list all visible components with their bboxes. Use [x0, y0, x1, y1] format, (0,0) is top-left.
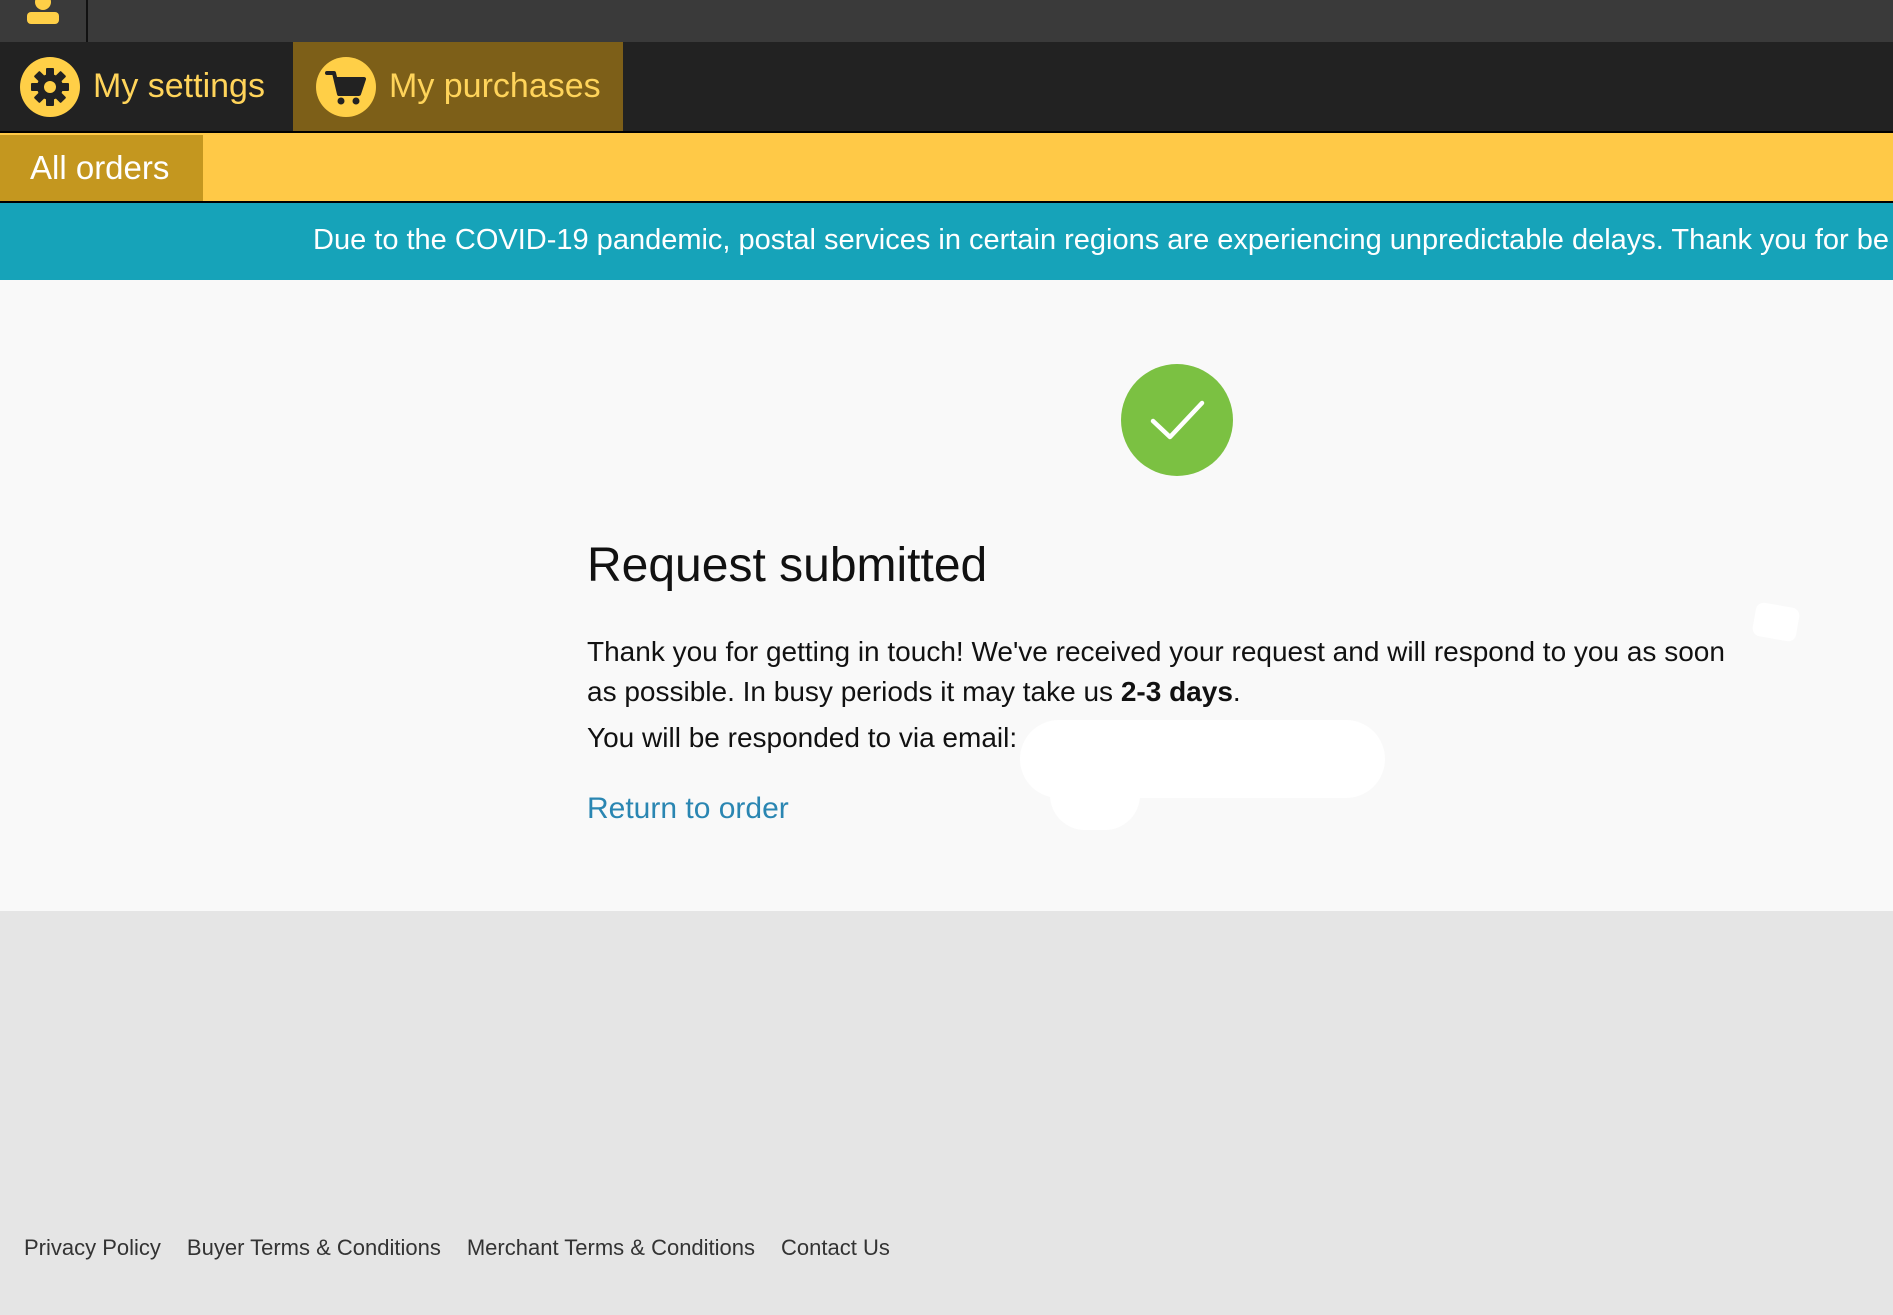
response-time: 2-3 days — [1120, 676, 1233, 707]
privacy-policy-link[interactable]: Privacy Policy — [24, 1235, 161, 1261]
confirmation-message: Thank you for getting in touch! We've re… — [587, 632, 1762, 712]
top-bar — [0, 0, 1893, 42]
tab-my-settings[interactable]: My settings — [20, 42, 265, 131]
footer-links: Privacy Policy Buyer Terms & Conditions … — [24, 1235, 890, 1261]
tab-my-purchases-label: My purchases — [389, 67, 601, 105]
merchant-terms-link[interactable]: Merchant Terms & Conditions — [467, 1235, 755, 1261]
main-nav: My settings My purchases — [0, 42, 1893, 133]
message-end: . — [1232, 676, 1241, 707]
tab-all-orders[interactable]: All orders — [0, 135, 203, 201]
email-line: You will be responded to via email: — [587, 722, 1018, 753]
user-menu[interactable] — [0, 0, 88, 42]
tab-my-settings-label: My settings — [93, 67, 265, 105]
checkmark-icon — [1121, 364, 1233, 476]
page-title: Request submitted — [587, 539, 988, 592]
sub-nav: All orders — [0, 133, 1893, 203]
contact-us-link[interactable]: Contact Us — [781, 1235, 890, 1261]
redacted-email-smudge — [1050, 760, 1140, 830]
gear-icon — [20, 56, 80, 117]
banner-text: Due to the COVID-19 pandemic, postal ser… — [313, 224, 1889, 256]
notice-banner: Due to the COVID-19 pandemic, postal ser… — [0, 203, 1893, 280]
confirmation-panel: Request submitted Thank you for getting … — [0, 280, 1893, 911]
return-to-order-link[interactable]: Return to order — [587, 792, 789, 826]
redacted-mark — [1751, 601, 1801, 643]
user-icon — [27, 0, 59, 24]
cart-icon — [316, 56, 376, 117]
buyer-terms-link[interactable]: Buyer Terms & Conditions — [187, 1235, 441, 1261]
tab-my-purchases[interactable]: My purchases — [293, 42, 623, 131]
